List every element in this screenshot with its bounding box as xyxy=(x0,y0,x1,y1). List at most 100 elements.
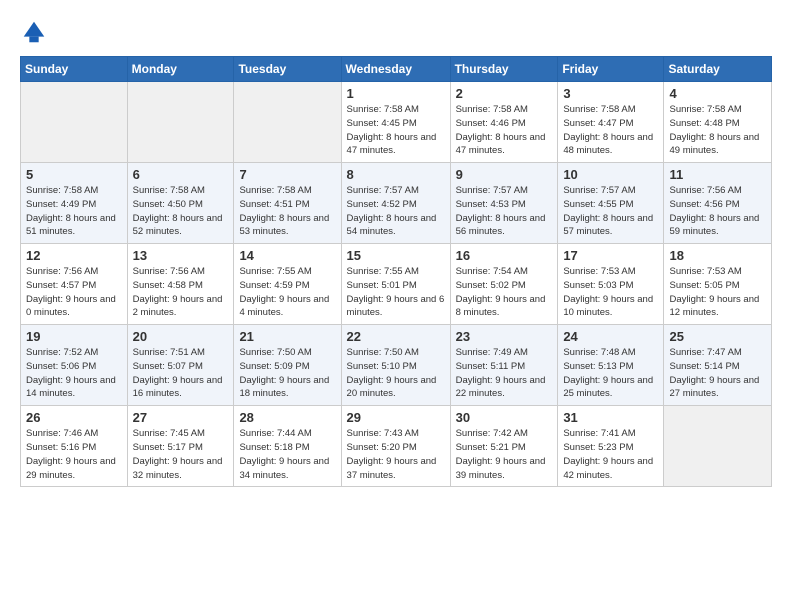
day-info: Sunrise: 7:58 AM Sunset: 4:48 PM Dayligh… xyxy=(669,103,766,158)
calendar-cell: 20 Sunrise: 7:51 AM Sunset: 5:07 PM Dayli… xyxy=(127,325,234,406)
day-info: Sunrise: 7:56 AM Sunset: 4:57 PM Dayligh… xyxy=(26,265,122,320)
day-info: Sunrise: 7:56 AM Sunset: 4:58 PM Dayligh… xyxy=(133,265,229,320)
day-number: 19 xyxy=(26,329,122,344)
day-info: Sunrise: 7:51 AM Sunset: 5:07 PM Dayligh… xyxy=(133,346,229,401)
day-number: 31 xyxy=(563,410,658,425)
calendar-cell: 26 Sunrise: 7:46 AM Sunset: 5:16 PM Dayli… xyxy=(21,406,128,487)
calendar-week-row: 5 Sunrise: 7:58 AM Sunset: 4:49 PM Daylig… xyxy=(21,163,772,244)
day-number: 1 xyxy=(347,86,445,101)
day-number: 14 xyxy=(239,248,335,263)
calendar-cell: 1 Sunrise: 7:58 AM Sunset: 4:45 PM Daylig… xyxy=(341,82,450,163)
day-number: 12 xyxy=(26,248,122,263)
day-number: 24 xyxy=(563,329,658,344)
day-info: Sunrise: 7:55 AM Sunset: 4:59 PM Dayligh… xyxy=(239,265,335,320)
calendar-cell xyxy=(127,82,234,163)
calendar-cell: 4 Sunrise: 7:58 AM Sunset: 4:48 PM Daylig… xyxy=(664,82,772,163)
calendar-cell: 9 Sunrise: 7:57 AM Sunset: 4:53 PM Daylig… xyxy=(450,163,558,244)
calendar-week-row: 12 Sunrise: 7:56 AM Sunset: 4:57 PM Dayli… xyxy=(21,244,772,325)
day-number: 5 xyxy=(26,167,122,182)
day-number: 13 xyxy=(133,248,229,263)
day-info: Sunrise: 7:53 AM Sunset: 5:03 PM Dayligh… xyxy=(563,265,658,320)
calendar-cell: 27 Sunrise: 7:45 AM Sunset: 5:17 PM Dayli… xyxy=(127,406,234,487)
calendar-cell: 5 Sunrise: 7:58 AM Sunset: 4:49 PM Daylig… xyxy=(21,163,128,244)
day-info: Sunrise: 7:58 AM Sunset: 4:50 PM Dayligh… xyxy=(133,184,229,239)
calendar-cell: 13 Sunrise: 7:56 AM Sunset: 4:58 PM Dayli… xyxy=(127,244,234,325)
day-number: 28 xyxy=(239,410,335,425)
calendar-cell: 16 Sunrise: 7:54 AM Sunset: 5:02 PM Dayli… xyxy=(450,244,558,325)
calendar-cell: 14 Sunrise: 7:55 AM Sunset: 4:59 PM Dayli… xyxy=(234,244,341,325)
day-number: 10 xyxy=(563,167,658,182)
day-number: 27 xyxy=(133,410,229,425)
weekday-header: Saturday xyxy=(664,57,772,82)
calendar-cell: 22 Sunrise: 7:50 AM Sunset: 5:10 PM Dayli… xyxy=(341,325,450,406)
weekday-header: Thursday xyxy=(450,57,558,82)
day-number: 22 xyxy=(347,329,445,344)
day-number: 29 xyxy=(347,410,445,425)
logo-icon xyxy=(20,18,48,46)
day-number: 18 xyxy=(669,248,766,263)
day-number: 15 xyxy=(347,248,445,263)
calendar-cell xyxy=(21,82,128,163)
day-info: Sunrise: 7:54 AM Sunset: 5:02 PM Dayligh… xyxy=(456,265,553,320)
calendar-cell: 30Sunrise: 7:42 AM Sunset: 5:21 PM Dayli… xyxy=(450,406,558,487)
day-info: Sunrise: 7:57 AM Sunset: 4:55 PM Dayligh… xyxy=(563,184,658,239)
day-number: 25 xyxy=(669,329,766,344)
weekday-header: Monday xyxy=(127,57,234,82)
day-number: 21 xyxy=(239,329,335,344)
calendar-cell: 11Sunrise: 7:56 AM Sunset: 4:56 PM Dayli… xyxy=(664,163,772,244)
page: SundayMondayTuesdayWednesdayThursdayFrid… xyxy=(0,0,792,612)
calendar-cell: 6 Sunrise: 7:58 AM Sunset: 4:50 PM Daylig… xyxy=(127,163,234,244)
day-info: Sunrise: 7:58 AM Sunset: 4:49 PM Dayligh… xyxy=(26,184,122,239)
calendar-cell: 10 Sunrise: 7:57 AM Sunset: 4:55 PM Dayli… xyxy=(558,163,664,244)
calendar-cell: 2 Sunrise: 7:58 AM Sunset: 4:46 PM Daylig… xyxy=(450,82,558,163)
weekday-header: Tuesday xyxy=(234,57,341,82)
header xyxy=(20,18,772,46)
calendar-cell xyxy=(234,82,341,163)
day-info: Sunrise: 7:58 AM Sunset: 4:47 PM Dayligh… xyxy=(563,103,658,158)
calendar-cell: 3 Sunrise: 7:58 AM Sunset: 4:47 PM Daylig… xyxy=(558,82,664,163)
calendar-cell: 31Sunrise: 7:41 AM Sunset: 5:23 PM Dayli… xyxy=(558,406,664,487)
day-number: 6 xyxy=(133,167,229,182)
calendar-table: SundayMondayTuesdayWednesdayThursdayFrid… xyxy=(20,56,772,487)
calendar-cell: 8 Sunrise: 7:57 AM Sunset: 4:52 PM Daylig… xyxy=(341,163,450,244)
day-info: Sunrise: 7:48 AM Sunset: 5:13 PM Dayligh… xyxy=(563,346,658,401)
day-number: 8 xyxy=(347,167,445,182)
calendar-cell: 12 Sunrise: 7:56 AM Sunset: 4:57 PM Dayli… xyxy=(21,244,128,325)
day-info: Sunrise: 7:53 AM Sunset: 5:05 PM Dayligh… xyxy=(669,265,766,320)
calendar-cell: 23Sunrise: 7:49 AM Sunset: 5:11 PM Dayli… xyxy=(450,325,558,406)
day-info: Sunrise: 7:57 AM Sunset: 4:53 PM Dayligh… xyxy=(456,184,553,239)
day-info: Sunrise: 7:58 AM Sunset: 4:51 PM Dayligh… xyxy=(239,184,335,239)
weekday-header: Friday xyxy=(558,57,664,82)
day-info: Sunrise: 7:47 AM Sunset: 5:14 PM Dayligh… xyxy=(669,346,766,401)
day-number: 16 xyxy=(456,248,553,263)
calendar-cell: 24 Sunrise: 7:48 AM Sunset: 5:13 PM Dayli… xyxy=(558,325,664,406)
calendar-cell: 28Sunrise: 7:44 AM Sunset: 5:18 PM Dayli… xyxy=(234,406,341,487)
calendar-cell: 17Sunrise: 7:53 AM Sunset: 5:03 PM Dayli… xyxy=(558,244,664,325)
calendar-cell: 19 Sunrise: 7:52 AM Sunset: 5:06 PM Dayli… xyxy=(21,325,128,406)
calendar-cell: 29 Sunrise: 7:43 AM Sunset: 5:20 PM Dayli… xyxy=(341,406,450,487)
day-info: Sunrise: 7:52 AM Sunset: 5:06 PM Dayligh… xyxy=(26,346,122,401)
day-number: 26 xyxy=(26,410,122,425)
calendar-cell: 18 Sunrise: 7:53 AM Sunset: 5:05 PM Dayli… xyxy=(664,244,772,325)
calendar-cell xyxy=(664,406,772,487)
calendar-cell: 15Sunrise: 7:55 AM Sunset: 5:01 PM Dayli… xyxy=(341,244,450,325)
logo xyxy=(20,18,52,46)
day-number: 20 xyxy=(133,329,229,344)
calendar-cell: 7Sunrise: 7:58 AM Sunset: 4:51 PM Daylig… xyxy=(234,163,341,244)
day-info: Sunrise: 7:46 AM Sunset: 5:16 PM Dayligh… xyxy=(26,427,122,482)
day-number: 23 xyxy=(456,329,553,344)
day-info: Sunrise: 7:45 AM Sunset: 5:17 PM Dayligh… xyxy=(133,427,229,482)
day-info: Sunrise: 7:50 AM Sunset: 5:10 PM Dayligh… xyxy=(347,346,445,401)
day-info: Sunrise: 7:43 AM Sunset: 5:20 PM Dayligh… xyxy=(347,427,445,482)
day-info: Sunrise: 7:57 AM Sunset: 4:52 PM Dayligh… xyxy=(347,184,445,239)
day-info: Sunrise: 7:58 AM Sunset: 4:46 PM Dayligh… xyxy=(456,103,553,158)
day-number: 3 xyxy=(563,86,658,101)
day-number: 4 xyxy=(669,86,766,101)
day-info: Sunrise: 7:42 AM Sunset: 5:21 PM Dayligh… xyxy=(456,427,553,482)
day-info: Sunrise: 7:50 AM Sunset: 5:09 PM Dayligh… xyxy=(239,346,335,401)
day-info: Sunrise: 7:58 AM Sunset: 4:45 PM Dayligh… xyxy=(347,103,445,158)
calendar-week-row: 26 Sunrise: 7:46 AM Sunset: 5:16 PM Dayli… xyxy=(21,406,772,487)
calendar-week-row: 1 Sunrise: 7:58 AM Sunset: 4:45 PM Daylig… xyxy=(21,82,772,163)
day-number: 9 xyxy=(456,167,553,182)
day-number: 2 xyxy=(456,86,553,101)
